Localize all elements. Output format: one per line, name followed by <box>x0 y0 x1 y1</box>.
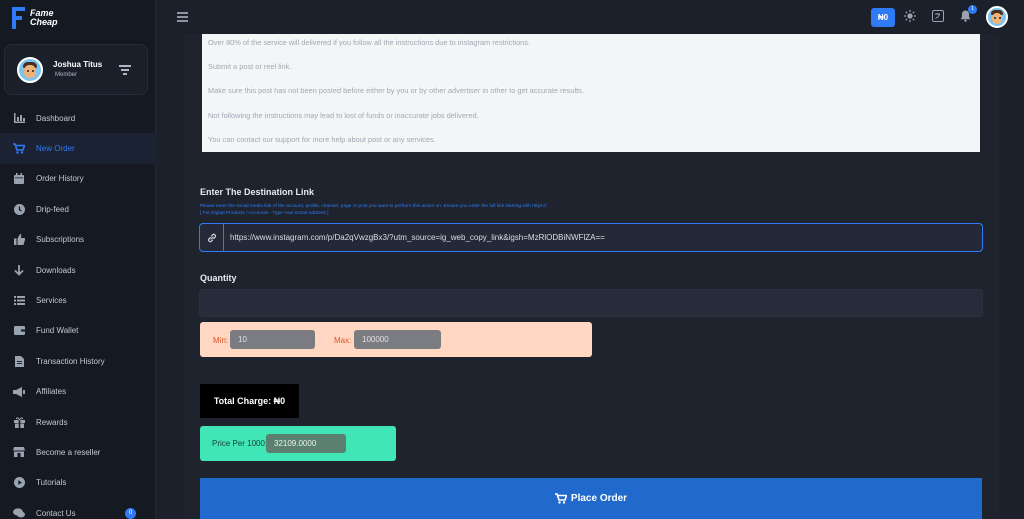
place-order-button[interactable]: Place Order <box>200 478 982 519</box>
min-label: Min: <box>213 336 229 345</box>
sidebar-nav: Dashboard New Order Order History Drip-f… <box>0 103 156 519</box>
sidebar: Fame Cheap Joshua Titus Member Dashboard… <box>0 0 156 519</box>
quantity-label: Quantity <box>200 273 237 283</box>
sidebar-item-label: Affiliates <box>36 387 67 397</box>
place-order-label: Place Order <box>570 493 628 504</box>
profile-card: Joshua Titus Member <box>4 44 148 95</box>
sidebar-item-tutorials[interactable]: Tutorials <box>0 468 156 498</box>
sidebar-item-label: Rewards <box>36 417 68 427</box>
sidebar-item-rewards[interactable]: Rewards <box>0 407 156 437</box>
total-charge: Total Charge: ₦0 <box>200 384 299 418</box>
sidebar-item-contact-us[interactable]: Contact Us 0 <box>0 498 156 519</box>
calendar-icon <box>13 173 25 185</box>
sidebar-item-affiliates[interactable]: Affiliates <box>0 377 156 407</box>
chat-icon <box>13 507 25 519</box>
cart-icon <box>554 493 567 504</box>
thumbs-up-icon <box>13 234 25 246</box>
sidebar-item-label: Downloads <box>36 265 76 275</box>
sidebar-item-label: Fund Wallet <box>36 326 79 336</box>
balance-button[interactable]: ₦0 <box>871 8 895 27</box>
sidebar-item-services[interactable]: Services <box>0 285 156 315</box>
gift-icon <box>13 416 25 428</box>
min-value: 10 <box>230 330 315 349</box>
menu-toggle-icon[interactable] <box>177 12 188 22</box>
link-field[interactable]: https://www.instagram.com/p/Da2qVwzgBx3/… <box>199 223 983 252</box>
filter-icon[interactable] <box>119 65 131 75</box>
sidebar-item-become-reseller[interactable]: Become a reseller <box>0 437 156 467</box>
link-label: Enter The Destination Link <box>200 187 315 197</box>
arrow-down-icon <box>13 264 25 276</box>
note-line: Submit a post or reel link. <box>208 62 292 72</box>
logo[interactable]: Fame Cheap <box>12 6 58 30</box>
note-line: Make sure this post has not been posted … <box>208 86 584 96</box>
link-input[interactable]: https://www.instagram.com/p/Da2qVwzgBx3/… <box>230 233 605 242</box>
play-icon <box>13 477 25 489</box>
price-label: Price Per 1000: <box>212 439 268 448</box>
price-box: Price Per 1000: 32109.0000 <box>200 426 396 461</box>
sidebar-item-label: Subscriptions <box>36 235 85 245</box>
service-notes: Over 80% of the service will delivered i… <box>202 34 980 152</box>
store-icon <box>13 446 25 458</box>
sidebar-item-fund-wallet[interactable]: Fund Wallet <box>0 316 156 346</box>
sidebar-item-subscriptions[interactable]: Subscriptions <box>0 225 156 255</box>
cart-icon <box>13 143 25 155</box>
notification-badge: 1 <box>968 5 977 14</box>
contact-badge: 0 <box>125 508 136 519</box>
theme-toggle-icon[interactable] <box>903 10 917 24</box>
note-line: You can contact our support for more hel… <box>208 134 436 144</box>
wallet-icon <box>13 325 25 337</box>
clock-icon <box>13 203 25 215</box>
min-max-box: Min: 10 Max: 100000 <box>200 322 592 357</box>
sidebar-item-dashboard[interactable]: Dashboard <box>0 103 156 133</box>
max-label: Max: <box>334 336 352 345</box>
sidebar-item-label: Order History <box>36 174 84 184</box>
sidebar-item-drip-feed[interactable]: Drip-feed <box>0 194 156 224</box>
sidebar-item-label: Services <box>36 296 67 306</box>
profile-role: Member <box>55 72 78 78</box>
sidebar-item-label: Contact Us <box>36 508 76 518</box>
header-avatar[interactable] <box>986 6 1008 28</box>
translate-icon[interactable] <box>931 10 945 24</box>
sidebar-item-label: New Order <box>36 144 75 154</box>
sidebar-item-label: Dashboard <box>36 113 76 123</box>
logo-text: Fame Cheap <box>30 8 58 27</box>
sidebar-item-label: Transaction History <box>36 356 105 366</box>
megaphone-icon <box>13 386 25 398</box>
sidebar-item-new-order[interactable]: New Order <box>0 133 156 164</box>
sidebar-item-label: Drip-feed <box>36 204 69 214</box>
note-line: Over 80% of the service will delivered i… <box>208 38 531 47</box>
sidebar-item-transaction-history[interactable]: Transaction History <box>0 346 156 376</box>
sidebar-item-label: Tutorials <box>36 478 67 488</box>
sidebar-item-label: Become a reseller <box>36 447 101 457</box>
list-icon <box>13 295 25 307</box>
logo-icon <box>12 7 26 29</box>
chart-icon <box>13 112 25 124</box>
quantity-input[interactable] <box>199 289 983 317</box>
link-help: Please enter the social media link of th… <box>200 204 547 216</box>
note-line: Not following the instructions may lead … <box>208 110 479 120</box>
sidebar-item-downloads[interactable]: Downloads <box>0 255 156 285</box>
profile-name: Joshua Titus <box>53 60 103 69</box>
link-icon <box>200 224 224 251</box>
sidebar-item-order-history[interactable]: Order History <box>0 164 156 194</box>
avatar <box>17 57 43 83</box>
file-icon <box>13 355 25 367</box>
price-value: 32109.0000 <box>266 434 346 453</box>
max-value: 100000 <box>354 330 441 349</box>
